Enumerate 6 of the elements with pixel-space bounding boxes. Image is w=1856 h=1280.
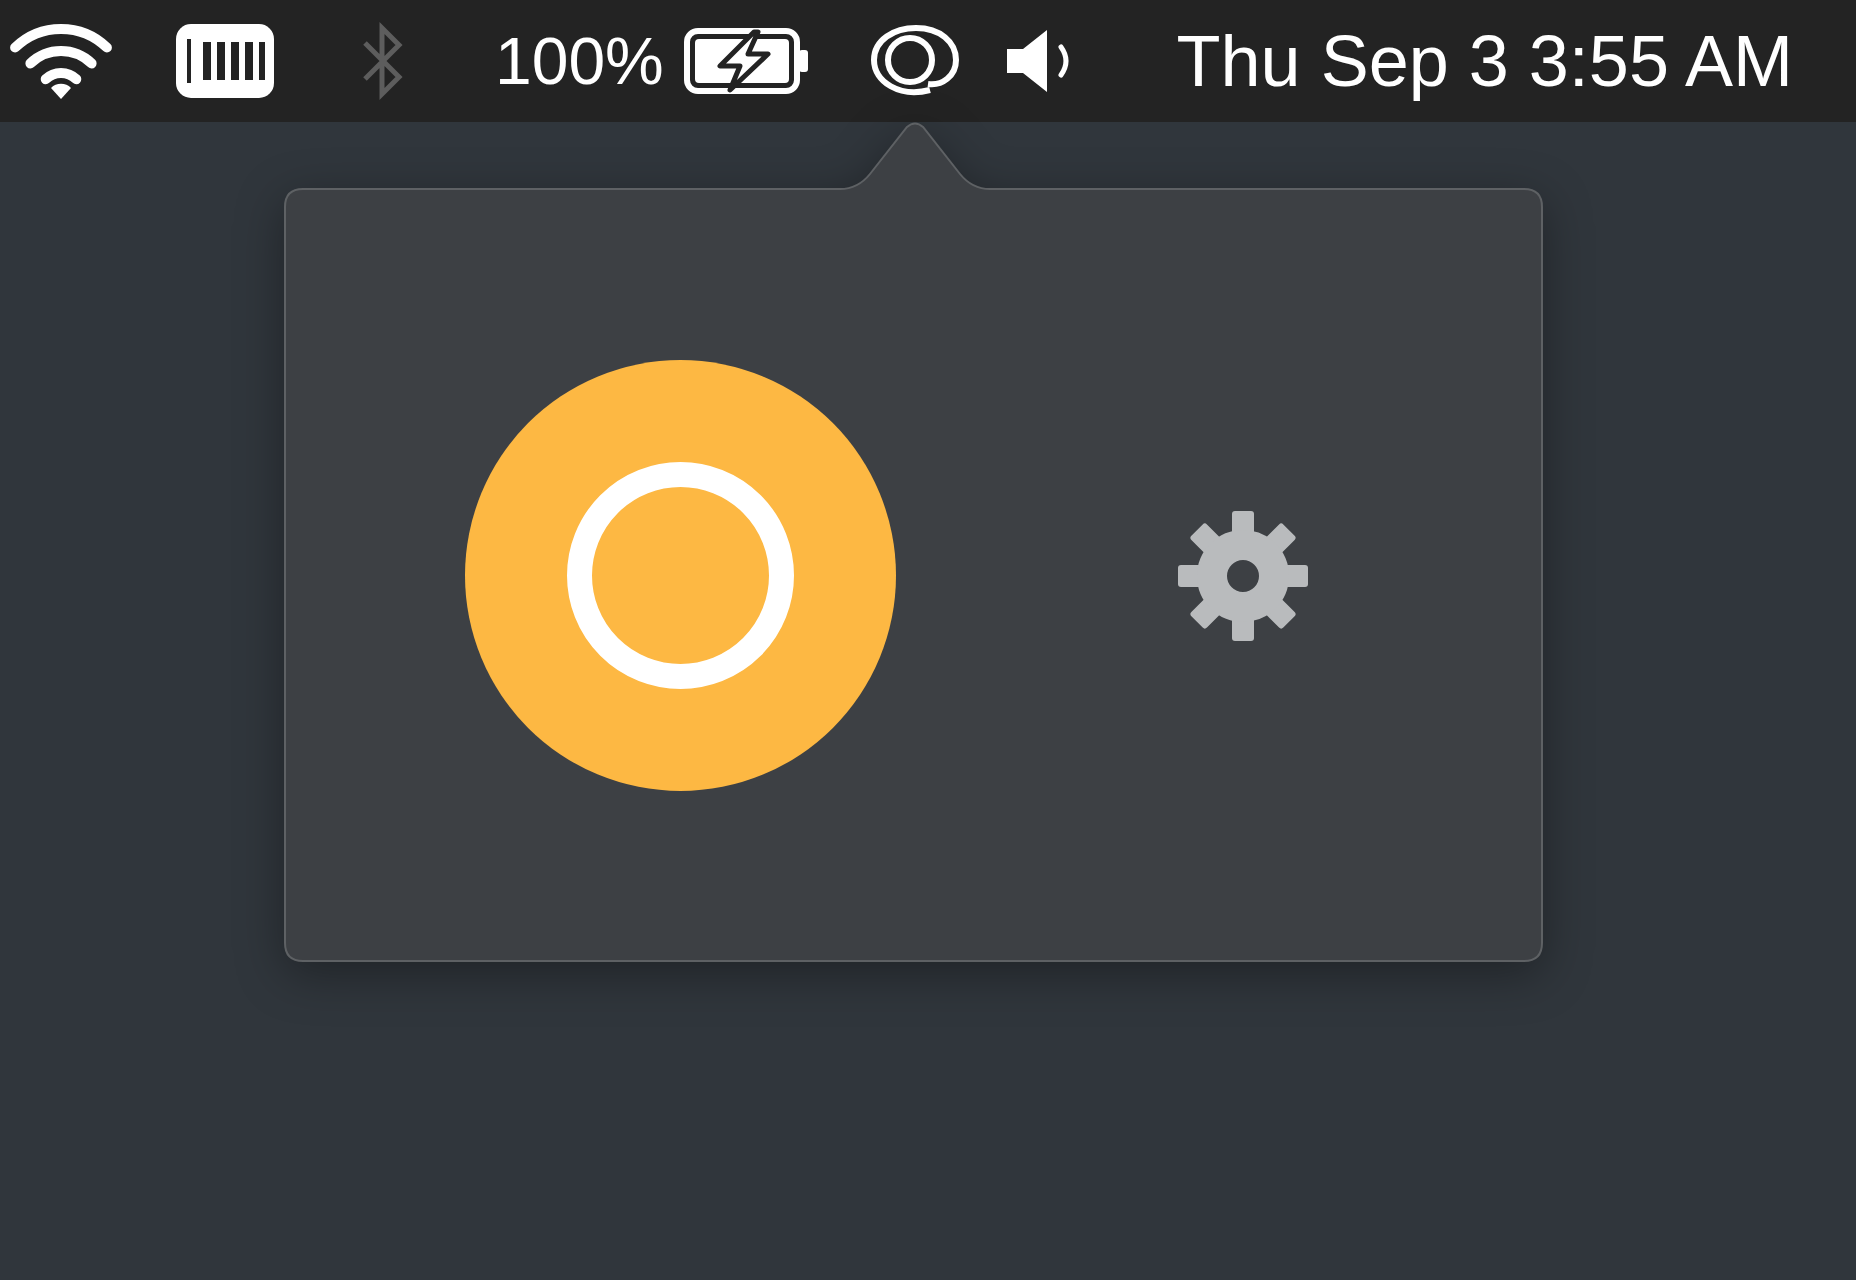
memory-chip-icon[interactable] xyxy=(175,23,275,99)
battery-icon[interactable] xyxy=(683,28,810,94)
swirl-icon[interactable] xyxy=(869,24,960,98)
battery-percentage: 100% xyxy=(495,28,664,94)
settings-icon[interactable] xyxy=(1178,510,1308,641)
ring-icon xyxy=(567,462,794,689)
